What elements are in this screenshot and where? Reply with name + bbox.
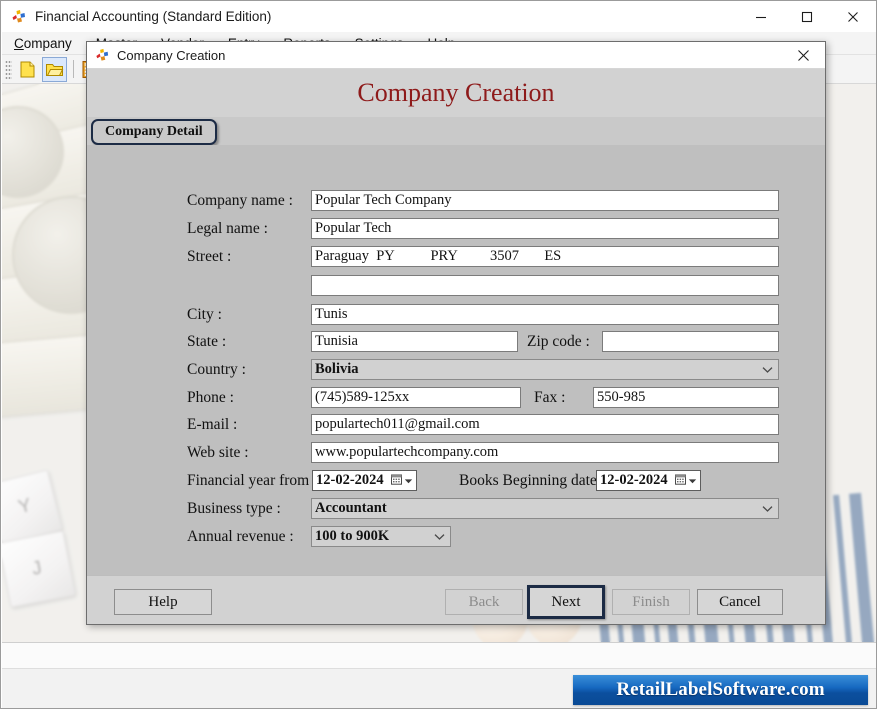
finish-button: Finish [612, 589, 690, 615]
watermark-banner: RetailLabelSoftware.com [573, 675, 868, 705]
street-line2-input[interactable] [311, 275, 779, 296]
dialog-titlebar: Company Creation [87, 42, 825, 69]
company-name-label: Company name : [187, 192, 293, 209]
statusbar-panel [2, 643, 876, 669]
chevron-down-icon[interactable] [688, 472, 697, 490]
minimize-icon[interactable] [738, 1, 784, 32]
zip-code-label: Zip code : [527, 333, 590, 350]
financial-year-from-datepicker[interactable]: 12-02-2024 [312, 470, 417, 491]
dialog-footer: Help Back Next Finish Cancel [87, 575, 825, 624]
company-creation-dialog: Company Creation Company Creation Compan… [86, 41, 826, 625]
app-title: Financial Accounting (Standard Edition) [35, 9, 272, 24]
chevron-down-icon [432, 527, 447, 546]
fax-label: Fax : [534, 389, 566, 406]
next-button[interactable]: Next [527, 585, 605, 619]
toolbar-separator [73, 60, 74, 78]
menu-item-company-label: ompany [23, 35, 72, 51]
calendar-icon[interactable] [391, 472, 402, 490]
state-input[interactable]: Tunisia [311, 331, 518, 352]
calendar-icon[interactable] [675, 472, 686, 490]
business-type-select-value: Accountant [315, 500, 387, 516]
chevron-down-icon[interactable] [404, 472, 413, 490]
city-input[interactable]: Tunis [311, 304, 779, 325]
open-company-icon[interactable] [42, 56, 67, 82]
watermark-text: RetailLabelSoftware.com [616, 679, 825, 700]
books-beginning-date-datepicker[interactable]: 12-02-2024 [596, 470, 701, 491]
window-controls [738, 1, 876, 32]
tab-company-detail-label: Company Detail [105, 124, 203, 139]
dialog-form: Company name : Popular Tech Company Lega… [87, 145, 825, 579]
books-beginning-date-value: 12-02-2024 [600, 472, 668, 488]
legal-name-label: Legal name : [187, 220, 268, 237]
country-select[interactable]: Bolivia [311, 359, 779, 380]
menu-item-company[interactable]: Company [2, 36, 84, 51]
annual-revenue-select-value: 100 to 900K [315, 528, 390, 544]
cancel-button[interactable]: Cancel [697, 589, 783, 615]
chevron-down-icon [760, 360, 775, 379]
close-icon[interactable] [781, 42, 825, 69]
page-title: Company Creation [357, 78, 555, 107]
close-icon[interactable] [830, 1, 876, 32]
app-logo-icon [10, 8, 27, 25]
street-input[interactable]: Paraguay PY PRY 3507 ES [311, 246, 779, 267]
phone-label: Phone : [187, 389, 234, 406]
chevron-down-icon [760, 499, 775, 518]
street-label: Street : [187, 248, 232, 265]
state-label: State : [187, 333, 227, 350]
annual-revenue-select[interactable]: 100 to 900K [311, 526, 451, 547]
app-titlebar: Financial Accounting (Standard Edition) [1, 1, 876, 32]
dialog-header: Company Creation [87, 69, 825, 117]
financial-year-from-label: Financial year from : [187, 472, 318, 489]
company-name-input[interactable]: Popular Tech Company [311, 190, 779, 211]
new-company-icon[interactable] [15, 57, 40, 82]
business-type-select[interactable]: Accountant [311, 498, 779, 519]
business-type-label: Business type : [187, 500, 281, 517]
app-logo-icon [94, 47, 110, 63]
website-input[interactable]: www.populartechcompany.com [311, 442, 779, 463]
country-label: Country : [187, 361, 246, 378]
fax-input[interactable]: 550-985 [593, 387, 779, 408]
email-input[interactable]: populartech011@gmail.com [311, 414, 779, 435]
dialog-title: Company Creation [117, 47, 226, 63]
maximize-icon[interactable] [784, 1, 830, 32]
tab-company-detail[interactable]: Company Detail [91, 119, 217, 145]
country-select-value: Bolivia [315, 361, 359, 377]
back-button: Back [445, 589, 523, 615]
annual-revenue-label: Annual revenue : [187, 528, 294, 545]
phone-input[interactable]: (745)589-125xx [311, 387, 521, 408]
city-label: City : [187, 306, 222, 323]
books-beginning-date-label: Books Beginning date: [459, 472, 602, 489]
help-button[interactable]: Help [114, 589, 212, 615]
website-label: Web site : [187, 444, 249, 461]
toolbar-grip[interactable] [5, 59, 12, 79]
zip-code-input[interactable] [602, 331, 779, 352]
financial-year-from-value: 12-02-2024 [316, 472, 384, 488]
email-label: E-mail : [187, 416, 238, 433]
legal-name-input[interactable]: Popular Tech [311, 218, 779, 239]
main-window: Financial Accounting (Standard Edition) … [0, 0, 877, 709]
tabstrip: Company Detail [87, 117, 825, 145]
